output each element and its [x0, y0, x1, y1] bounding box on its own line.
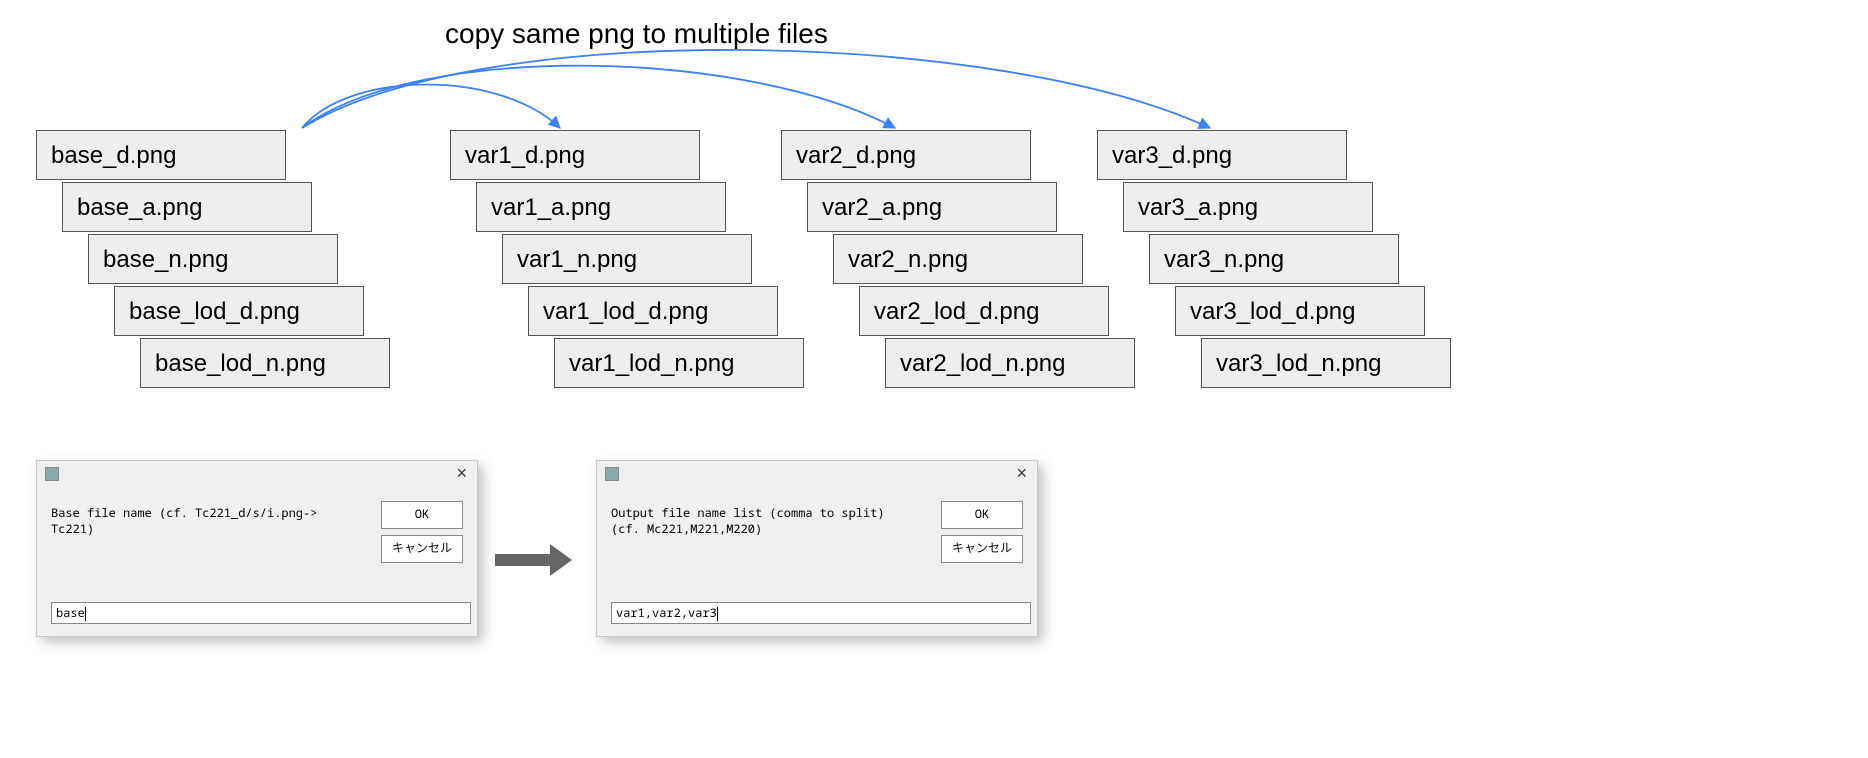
input-value: var1,var2,var3	[616, 604, 717, 621]
file-card: var3_lod_d.png	[1175, 286, 1425, 336]
dialog-prompt: Base file name (cf. Tc221_d/s/i.png-> Tc…	[51, 505, 331, 537]
close-icon[interactable]: ×	[1016, 463, 1027, 484]
dialog-sys-icon	[45, 467, 59, 481]
base-filename-input[interactable]: base	[51, 602, 471, 624]
dialog-output-list: × Output file name list (comma to split)…	[596, 460, 1038, 637]
file-card: base_lod_d.png	[114, 286, 364, 336]
cancel-button[interactable]: キャンセル	[941, 535, 1023, 563]
cancel-button[interactable]: キャンセル	[381, 535, 463, 563]
file-card: var2_d.png	[781, 130, 1031, 180]
file-card: var1_lod_d.png	[528, 286, 778, 336]
file-card: var1_a.png	[476, 182, 726, 232]
file-card: var3_d.png	[1097, 130, 1347, 180]
file-card: var2_a.png	[807, 182, 1057, 232]
caption: copy same png to multiple files	[445, 18, 828, 50]
ok-button[interactable]: OK	[941, 501, 1023, 529]
file-card: var1_d.png	[450, 130, 700, 180]
file-card: var1_n.png	[502, 234, 752, 284]
arrow-right-icon	[495, 540, 575, 580]
file-card: var3_n.png	[1149, 234, 1399, 284]
file-card: var3_lod_n.png	[1201, 338, 1451, 388]
input-value: base	[56, 604, 85, 621]
close-icon[interactable]: ×	[456, 463, 467, 484]
file-card: var2_lod_n.png	[885, 338, 1135, 388]
dialog-base-filename: × Base file name (cf. Tc221_d/s/i.png-> …	[36, 460, 478, 637]
file-card: var3_a.png	[1123, 182, 1373, 232]
file-card: base_n.png	[88, 234, 338, 284]
file-card: var2_lod_d.png	[859, 286, 1109, 336]
file-card: base_a.png	[62, 182, 312, 232]
text-caret	[717, 607, 718, 621]
ok-button[interactable]: OK	[381, 501, 463, 529]
output-list-input[interactable]: var1,var2,var3	[611, 602, 1031, 624]
text-caret	[85, 607, 86, 621]
dialog-sys-icon	[605, 467, 619, 481]
file-card: base_lod_n.png	[140, 338, 390, 388]
dialog-prompt: Output file name list (comma to split) (…	[611, 505, 891, 537]
file-card: var2_n.png	[833, 234, 1083, 284]
file-card: base_d.png	[36, 130, 286, 180]
file-card: var1_lod_n.png	[554, 338, 804, 388]
